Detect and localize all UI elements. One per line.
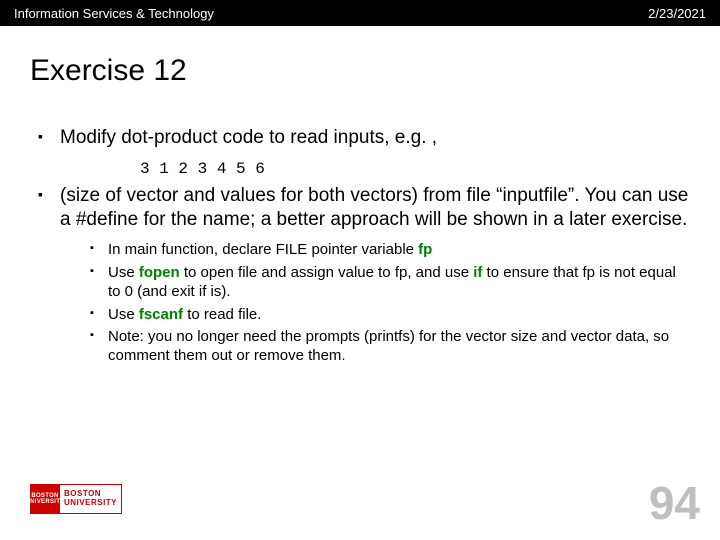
bullet-2-text: (size of vector and values for both vect… xyxy=(60,185,688,230)
slide-content: Modify dot-product code to read inputs, … xyxy=(0,98,720,366)
subbullet-4: Note: you no longer need the prompts (pr… xyxy=(88,328,680,366)
sub2-a: Use xyxy=(108,264,139,281)
bu-logo-text: BOSTON UNIVERSITY xyxy=(60,484,122,514)
sub1-kw: fp xyxy=(418,241,432,258)
header-org: Information Services & Technology xyxy=(14,6,214,21)
sub3-a: Use xyxy=(108,306,139,323)
bu-logo: BOSTON UNIVERSITY BOSTON UNIVERSITY xyxy=(30,484,122,514)
sub3-kw: fscanf xyxy=(139,306,183,323)
bu-logo-mark: BOSTON UNIVERSITY xyxy=(30,484,60,514)
sub2-b: to open file and assign value to fp, and… xyxy=(180,264,474,281)
sub2-kw2: if xyxy=(473,264,482,281)
header-bar: Information Services & Technology 2/23/2… xyxy=(0,0,720,26)
subbullet-2: Use fopen to open file and assign value … xyxy=(88,264,680,302)
bullet-1-text: Modify dot-product code to read inputs, … xyxy=(60,127,437,148)
bullet-2: (size of vector and values for both vect… xyxy=(30,184,690,366)
subbullet-3: Use fscanf to read file. xyxy=(88,306,680,325)
sub1-a: In main function, declare FILE pointer v… xyxy=(108,241,418,258)
code-sample: 3 1 2 3 4 5 6 xyxy=(30,156,690,184)
bu-logo-t2: UNIVERSITY xyxy=(64,499,121,508)
slide-title: Exercise 12 xyxy=(0,26,720,98)
subbullet-1: In main function, declare FILE pointer v… xyxy=(88,241,680,260)
bullet-1: Modify dot-product code to read inputs, … xyxy=(30,126,690,150)
sub3-b: to read file. xyxy=(183,306,261,323)
sub2-kw1: fopen xyxy=(139,264,180,281)
page-number: 94 xyxy=(649,476,700,530)
header-date: 2/23/2021 xyxy=(648,6,706,21)
bu-logo-l2: UNIVERSITY xyxy=(26,499,65,505)
